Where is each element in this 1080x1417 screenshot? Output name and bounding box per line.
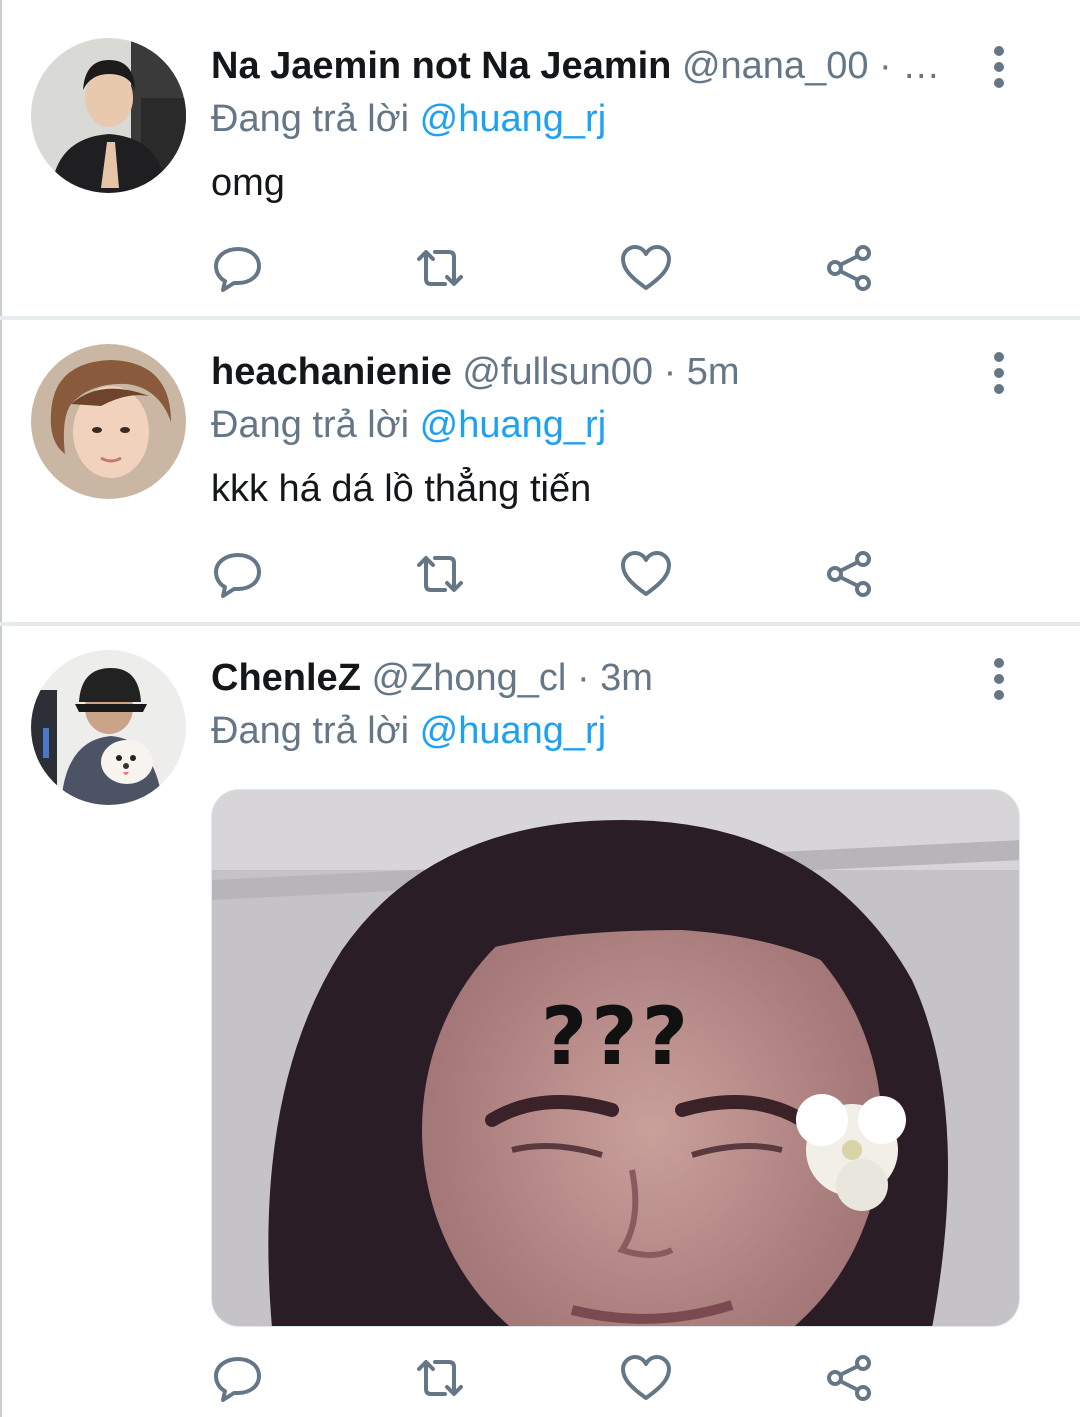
user-handle[interactable]: @nana_00 — [682, 45, 869, 87]
media-caption-text: ??? — [540, 990, 693, 1083]
reply-mention-link[interactable]: @huang_rj — [420, 98, 606, 140]
reply-icon — [214, 247, 261, 292]
share-icon — [827, 245, 871, 291]
tweet-header: Na Jaemin not Na Jeamin @nana_00 · … — [211, 38, 980, 94]
action-bar — [211, 549, 891, 599]
separator-dot: · — [879, 45, 892, 87]
tweet-media-image[interactable]: ??? — [211, 789, 1020, 1327]
retweet-icon — [417, 556, 463, 592]
reply-button[interactable] — [211, 243, 265, 293]
like-button[interactable] — [619, 243, 673, 293]
retweet-button[interactable] — [413, 243, 467, 293]
like-icon — [621, 245, 671, 290]
retweet-button[interactable] — [413, 1353, 467, 1403]
display-name[interactable]: Na Jaemin not Na Jeamin — [211, 45, 671, 87]
reply-icon — [214, 1357, 261, 1402]
tweet-item[interactable]: ChenleZ @Zhong_cl · 3m Đang trả lời @hua… — [0, 626, 1080, 1417]
tweet-text: omg — [211, 162, 285, 204]
action-bar — [211, 1353, 891, 1403]
reply-prefix: Đang trả lời — [211, 404, 410, 446]
separator-dot: · — [576, 657, 590, 699]
reply-prefix: Đang trả lời — [211, 710, 410, 752]
timestamp[interactable]: 3m — [600, 657, 653, 699]
timestamp[interactable]: … — [902, 45, 940, 87]
share-button[interactable] — [823, 1353, 877, 1403]
tweet-item[interactable]: heachanienie @fullsun00 · 5m Đang trả lờ… — [0, 320, 1080, 626]
retweet-icon — [417, 1360, 463, 1396]
like-button[interactable] — [619, 1353, 673, 1403]
action-bar — [211, 243, 891, 293]
share-button[interactable] — [823, 549, 877, 599]
more-options-icon[interactable] — [984, 42, 1014, 92]
reply-context: Đang trả lời @huang_rj — [211, 706, 606, 756]
more-options-icon[interactable] — [984, 348, 1014, 398]
share-icon — [827, 1355, 871, 1401]
tweet-header: ChenleZ @Zhong_cl · 3m — [211, 650, 980, 706]
like-button[interactable] — [619, 549, 673, 599]
share-button[interactable] — [823, 243, 877, 293]
avatar[interactable] — [31, 344, 186, 499]
tweet-text: kkk há dá lồ thẳng tiến — [211, 468, 592, 510]
reply-context: Đang trả lời @huang_rj — [211, 400, 606, 450]
tweet-header: heachanienie @fullsun00 · 5m — [211, 344, 980, 400]
like-icon — [621, 1355, 671, 1400]
reply-icon — [214, 553, 261, 598]
user-handle[interactable]: @fullsun00 — [462, 351, 653, 393]
display-name[interactable]: heachanienie — [211, 351, 452, 393]
like-icon — [621, 551, 671, 596]
share-icon — [827, 551, 871, 597]
user-handle[interactable]: @Zhong_cl — [371, 657, 566, 699]
tweet-item[interactable]: Na Jaemin not Na Jeamin @nana_00 · … Đan… — [0, 0, 1080, 320]
retweet-icon — [417, 250, 463, 286]
more-options-icon[interactable] — [984, 654, 1014, 704]
reply-button[interactable] — [211, 549, 265, 599]
retweet-button[interactable] — [413, 549, 467, 599]
reply-mention-link[interactable]: @huang_rj — [420, 404, 606, 446]
avatar[interactable] — [31, 650, 186, 805]
timestamp[interactable]: 5m — [687, 351, 740, 393]
reply-mention-link[interactable]: @huang_rj — [420, 710, 606, 752]
separator-dot: · — [663, 351, 677, 393]
avatar[interactable] — [31, 38, 186, 193]
reply-context: Đang trả lời @huang_rj — [211, 94, 606, 144]
reply-button[interactable] — [211, 1353, 265, 1403]
display-name[interactable]: ChenleZ — [211, 657, 361, 699]
reply-prefix: Đang trả lời — [211, 98, 410, 140]
